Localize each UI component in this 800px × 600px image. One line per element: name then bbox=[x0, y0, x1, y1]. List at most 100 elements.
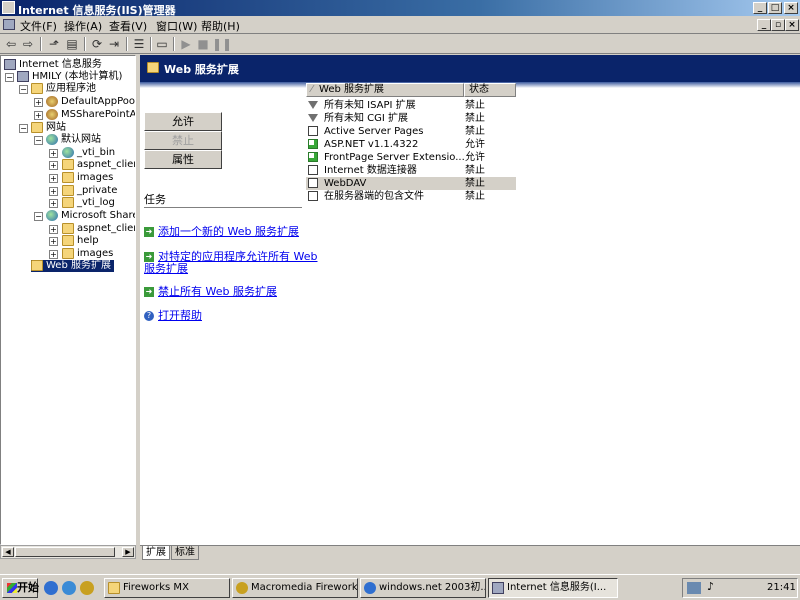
taskbar-button-iis[interactable]: Internet 信息服务(I... bbox=[488, 578, 618, 598]
document-icon bbox=[308, 126, 318, 136]
list-item[interactable]: 所有未知 CGI 扩展 禁止 bbox=[306, 112, 516, 125]
clock[interactable]: 21:41 bbox=[767, 582, 796, 593]
menu-help[interactable]: 帮助(H) bbox=[201, 18, 240, 34]
folder-icon bbox=[31, 122, 43, 133]
collapse-icon[interactable]: − bbox=[5, 73, 14, 82]
app-pool-icon bbox=[46, 109, 58, 120]
column-header-name[interactable]: ⁄ Web 服务扩展 bbox=[306, 83, 464, 97]
arrow-right-icon: ➜ bbox=[144, 252, 154, 262]
globe-icon bbox=[46, 134, 58, 145]
collapse-icon[interactable]: − bbox=[19, 124, 28, 133]
tree-web-service-ext[interactable]: Web 服务扩展 bbox=[31, 260, 114, 272]
expand-icon[interactable]: + bbox=[49, 161, 58, 170]
start-button[interactable]: 开始 bbox=[2, 578, 39, 598]
title-bar: Internet 信息服务(IIS)管理器 _ □ × bbox=[0, 0, 800, 17]
sort-icon: ⁄ bbox=[311, 84, 313, 95]
close-button[interactable]: × bbox=[784, 2, 798, 14]
list-item[interactable]: WebDAV 禁止 bbox=[306, 177, 516, 190]
taskbar-button-macromedia[interactable]: Macromedia Firework... bbox=[232, 578, 358, 598]
minimize-button[interactable]: _ bbox=[753, 2, 767, 14]
folder-icon bbox=[62, 248, 74, 259]
list-item[interactable]: 所有未知 ISAPI 扩展 禁止 bbox=[306, 99, 516, 112]
taskbar: 开始 Fireworks MX Macromedia Firework... w… bbox=[0, 574, 800, 600]
expand-icon[interactable]: + bbox=[49, 187, 58, 196]
tab-extended[interactable]: 扩展 bbox=[142, 546, 170, 560]
arrow-right-icon: ➜ bbox=[144, 227, 154, 237]
expand-icon[interactable]: + bbox=[49, 174, 58, 183]
list-item[interactable]: Active Server Pages 禁止 bbox=[306, 125, 516, 138]
network-icon[interactable] bbox=[687, 582, 701, 594]
outlook-icon[interactable] bbox=[62, 581, 76, 595]
column-header-status[interactable]: 状态 bbox=[464, 83, 516, 97]
collapse-icon[interactable]: − bbox=[34, 136, 43, 145]
child-restore-button[interactable]: ▫ bbox=[771, 19, 785, 31]
collapse-icon[interactable]: − bbox=[19, 85, 28, 94]
ie-icon bbox=[364, 582, 376, 594]
folder-icon bbox=[62, 172, 74, 183]
menu-view[interactable]: 查看(V) bbox=[109, 18, 147, 34]
expand-icon[interactable]: + bbox=[49, 237, 58, 246]
toolbar-separator bbox=[126, 37, 128, 51]
banner-title: Web 服务扩展 bbox=[164, 63, 239, 76]
allow-button[interactable]: 允许 bbox=[144, 112, 222, 131]
list-item[interactable]: ASP.NET v1.1.4322 允许 bbox=[306, 138, 516, 151]
document-icon bbox=[308, 165, 318, 175]
list-item[interactable]: Internet 数据连接器 禁止 bbox=[306, 164, 516, 177]
menu-window[interactable]: 窗口(W) bbox=[156, 18, 197, 34]
computer-icon bbox=[17, 71, 29, 82]
menu-action[interactable]: 操作(A) bbox=[64, 18, 102, 34]
expand-icon[interactable]: + bbox=[49, 250, 58, 259]
open-help-link[interactable]: ? 打开帮助 bbox=[144, 310, 202, 322]
filter-icon bbox=[308, 100, 318, 110]
export-list-icon[interactable]: ⇥ bbox=[106, 36, 122, 52]
tab-standard[interactable]: 标准 bbox=[171, 546, 199, 560]
computer-icon[interactable]: ▭ bbox=[154, 36, 170, 52]
arrow-right-icon: ➜ bbox=[144, 287, 154, 297]
expand-icon[interactable]: + bbox=[49, 225, 58, 234]
child-close-button[interactable]: × bbox=[785, 19, 799, 31]
list-item[interactable]: FrontPage Server Extensio... 允许 bbox=[306, 151, 516, 164]
document-icon bbox=[308, 178, 318, 188]
expand-icon[interactable]: + bbox=[34, 98, 43, 107]
expand-icon[interactable]: + bbox=[34, 111, 43, 120]
taskbar-button-fireworks[interactable]: Fireworks MX bbox=[104, 578, 230, 598]
tree-pane: Internet 信息服务 − HMILY (本地计算机) − 应用程序池 + … bbox=[0, 55, 136, 545]
play-icon[interactable]: ▶ bbox=[178, 36, 194, 52]
back-arrow-icon[interactable]: ⇦ bbox=[3, 36, 19, 52]
prohibit-button[interactable]: 禁止 bbox=[144, 131, 222, 150]
prohibit-all-link[interactable]: ➜ 禁止所有 Web 服务扩展 bbox=[144, 286, 277, 298]
collapse-icon[interactable]: − bbox=[34, 212, 43, 221]
globe-icon bbox=[46, 210, 58, 221]
document-allowed-icon bbox=[308, 152, 318, 162]
refresh-icon[interactable]: ⟳ bbox=[89, 36, 105, 52]
child-minimize-button[interactable]: _ bbox=[757, 19, 771, 31]
expand-icon[interactable]: + bbox=[49, 199, 58, 208]
scroll-left-icon[interactable]: ◀ bbox=[2, 547, 14, 557]
system-tray: ♪ 21:41 bbox=[682, 578, 798, 598]
folder-icon bbox=[31, 83, 43, 94]
folder-icon bbox=[31, 260, 43, 271]
forward-arrow-icon[interactable]: ⇨ bbox=[20, 36, 36, 52]
pause-icon[interactable]: ❚❚ bbox=[212, 36, 232, 52]
dreamweaver-icon[interactable] bbox=[80, 581, 94, 595]
scroll-right-icon[interactable]: ▶ bbox=[122, 547, 134, 557]
filter-icon bbox=[308, 113, 318, 123]
allow-all-for-app-link[interactable]: ➜ 对特定的应用程序允许所有 Web 服务扩展 bbox=[144, 251, 317, 275]
show-tree-icon[interactable]: ▤ bbox=[64, 36, 80, 52]
maximize-button[interactable]: □ bbox=[768, 2, 782, 14]
taskbar-button-browser[interactable]: windows.net 2003初... bbox=[360, 578, 486, 598]
properties-icon[interactable]: ☰ bbox=[131, 36, 147, 52]
volume-icon[interactable]: ♪ bbox=[707, 580, 714, 593]
tree-horizontal-scrollbar[interactable]: ◀ ▶ bbox=[0, 545, 136, 559]
up-folder-icon[interactable]: ⬏ bbox=[46, 36, 62, 52]
expand-icon[interactable]: + bbox=[49, 149, 58, 158]
properties-button[interactable]: 属性 bbox=[144, 150, 222, 169]
list-item[interactable]: 在服务器端的包含文件 禁止 bbox=[306, 190, 516, 203]
add-new-extension-link[interactable]: ➜ 添加一个新的 Web 服务扩展 bbox=[144, 226, 299, 238]
scroll-thumb[interactable] bbox=[15, 547, 115, 557]
ie-icon[interactable] bbox=[44, 581, 58, 595]
stop-icon[interactable]: ■ bbox=[195, 36, 211, 52]
fireworks-icon bbox=[236, 582, 248, 594]
menu-file[interactable]: 文件(F) bbox=[20, 18, 57, 34]
app-icon bbox=[2, 1, 15, 14]
